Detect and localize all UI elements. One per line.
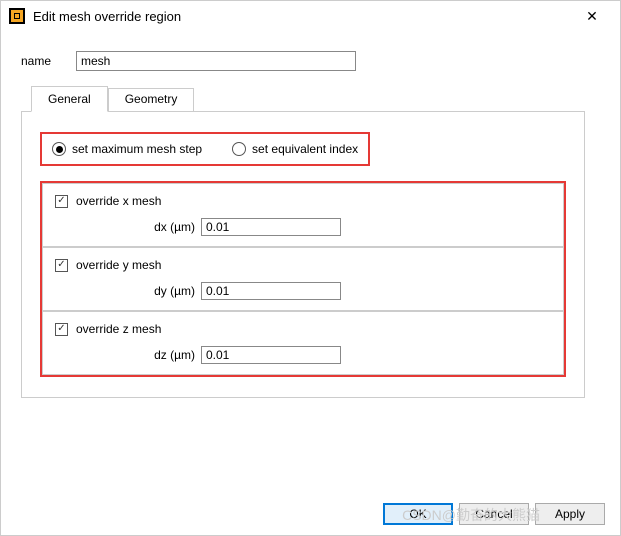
override-x-section: override x mesh dx (µm) [42,183,564,247]
cancel-button[interactable]: Cancel [459,503,529,525]
radio-label-equiv-index: set equivalent index [252,142,358,156]
dx-label: dx (µm) [135,220,195,234]
checkbox-icon [55,259,68,272]
dz-row: dz (µm) [55,346,551,364]
override-y-label: override y mesh [76,258,161,272]
titlebar: Edit mesh override region ✕ [1,1,620,31]
dy-label: dy (µm) [135,284,195,298]
dz-input[interactable] [201,346,341,364]
dy-row: dy (µm) [55,282,551,300]
radio-max-mesh-step[interactable]: set maximum mesh step [52,142,202,156]
override-z-section: override z mesh dz (µm) [42,311,564,375]
ok-button[interactable]: OK [383,503,453,525]
checkbox-icon [55,195,68,208]
tab-general[interactable]: General [31,86,108,112]
tabs: General Geometry [31,86,585,112]
tab-geometry[interactable]: Geometry [108,88,195,112]
override-z-checkbox[interactable]: override z mesh [55,322,551,336]
content-area: name General Geometry set maximum mesh s… [1,31,620,408]
dx-input[interactable] [201,218,341,236]
radio-label-max-step: set maximum mesh step [72,142,202,156]
dx-row: dx (µm) [55,218,551,236]
close-icon[interactable]: ✕ [572,1,612,31]
override-y-checkbox[interactable]: override y mesh [55,258,551,272]
dialog-footer: OK Cancel Apply [383,503,605,525]
checkbox-icon [55,323,68,336]
radio-icon [52,142,66,156]
radio-equivalent-index[interactable]: set equivalent index [232,142,358,156]
dz-label: dz (µm) [135,348,195,362]
name-row: name [21,51,585,71]
override-y-section: override y mesh dy (µm) [42,247,564,311]
override-x-label: override x mesh [76,194,161,208]
apply-button[interactable]: Apply [535,503,605,525]
override-x-checkbox[interactable]: override x mesh [55,194,551,208]
name-input[interactable] [76,51,356,71]
app-icon [9,8,25,24]
dy-input[interactable] [201,282,341,300]
radio-group: set maximum mesh step set equivalent ind… [40,132,370,166]
radio-icon [232,142,246,156]
tab-panel-general: set maximum mesh step set equivalent ind… [21,111,585,398]
name-label: name [21,54,76,68]
override-group: override x mesh dx (µm) override y mesh … [40,181,566,377]
window-title: Edit mesh override region [33,9,572,24]
override-z-label: override z mesh [76,322,161,336]
